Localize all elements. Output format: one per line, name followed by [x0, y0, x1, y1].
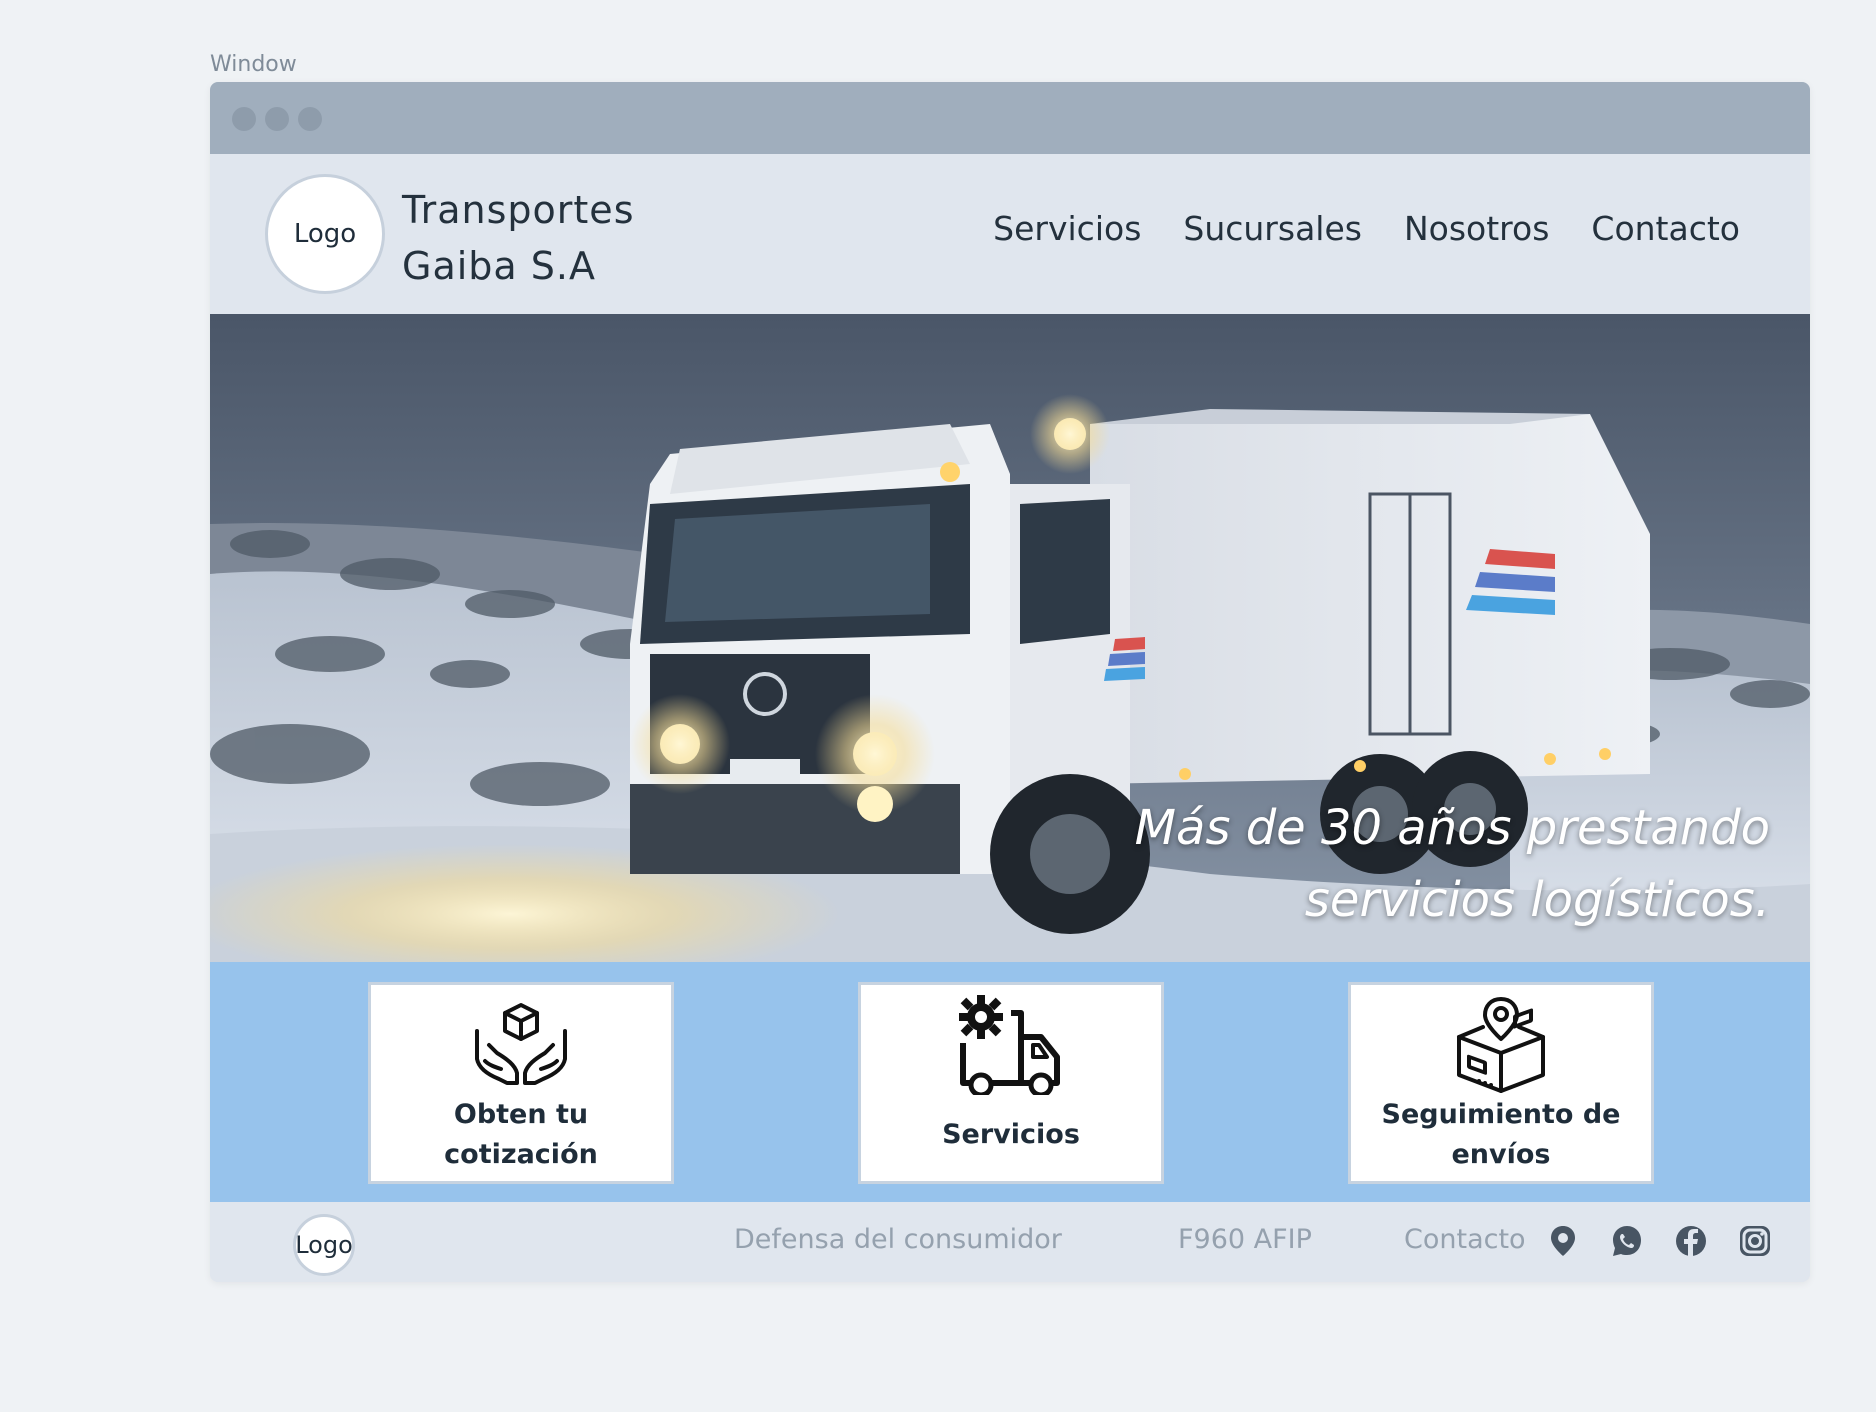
hands-box-icon: [475, 1003, 567, 1085]
footer-link-contact[interactable]: Contacto: [1404, 1224, 1526, 1255]
hero-tagline: Más de 30 años prestando servicios logís…: [1010, 792, 1770, 936]
browser-window: Logo Transportes Gaiba S.A Servicios Suc…: [210, 82, 1810, 1282]
footer-link-consumer-defense[interactable]: Defensa del consumidor: [734, 1224, 1062, 1255]
box-location-icon: [1457, 997, 1545, 1093]
card-services-label: Servicios: [942, 1119, 1080, 1150]
header-logo[interactable]: Logo: [265, 174, 385, 294]
brand-name: Transportes Gaiba S.A: [402, 182, 702, 294]
card-services[interactable]: Servicios: [858, 982, 1164, 1184]
card-quote[interactable]: Obten tu cotización: [368, 982, 674, 1184]
nav-nosotros[interactable]: Nosotros: [1404, 209, 1549, 248]
hero-tagline-line-1: Más de 30 años prestando: [1134, 800, 1770, 856]
instagram-icon[interactable]: [1738, 1224, 1772, 1258]
card-quote-label-2: cotización: [444, 1139, 598, 1170]
window-titlebar: [210, 82, 1810, 154]
nav-servicios[interactable]: Servicios: [993, 209, 1141, 248]
footer-link-f960-afip[interactable]: F960 AFIP: [1178, 1224, 1312, 1255]
footer-logo[interactable]: Logo: [293, 1214, 355, 1276]
brand-line-1: Transportes: [402, 188, 635, 232]
window-close-dot[interactable]: [232, 107, 256, 131]
hero-tagline-line-2: servicios logísticos.: [1304, 872, 1770, 928]
site-footer: Logo Defensa del consumidor F960 AFIP Co…: [210, 1202, 1810, 1282]
window-maximize-dot[interactable]: [298, 107, 322, 131]
facebook-icon[interactable]: [1674, 1224, 1708, 1258]
location-pin-icon[interactable]: [1546, 1224, 1580, 1258]
card-tracking-label-1: Seguimiento de: [1381, 1099, 1621, 1130]
main-nav: Servicios Sucursales Nosotros Contacto: [993, 209, 1740, 248]
card-tracking-label-2: envíos: [1451, 1139, 1551, 1170]
brand-line-2: Gaiba S.A: [402, 244, 596, 288]
window-minimize-dot[interactable]: [265, 107, 289, 131]
nav-sucursales[interactable]: Sucursales: [1183, 209, 1362, 248]
hero-banner: Más de 30 años prestando servicios logís…: [210, 314, 1810, 962]
window-label: Window: [210, 52, 297, 77]
whatsapp-icon[interactable]: [1610, 1224, 1644, 1258]
nav-contacto[interactable]: Contacto: [1591, 209, 1740, 248]
truck-gear-icon: [959, 995, 1060, 1095]
services-band: Obten tu cotización Servicios Seguimient…: [210, 962, 1810, 1202]
card-tracking[interactable]: Seguimiento de envíos: [1348, 982, 1654, 1184]
site-header: Logo Transportes Gaiba S.A Servicios Suc…: [210, 154, 1810, 314]
card-quote-label-1: Obten tu: [453, 1099, 589, 1130]
